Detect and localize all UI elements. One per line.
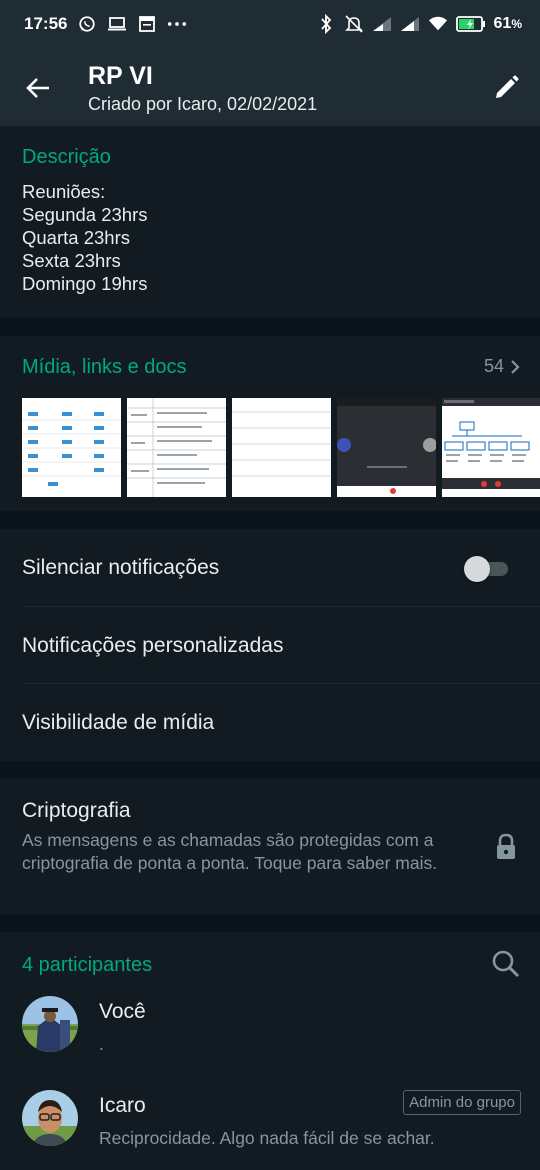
- encryption-title: Criptografia: [22, 799, 131, 822]
- more-icon: [167, 14, 187, 34]
- participant-name: Icaro: [99, 1094, 146, 1117]
- app-header: RP VI Criado por Icaro, 02/02/2021: [0, 48, 540, 126]
- participant-row[interactable]: Icaro Admin do grupo Reciprocidade. Algo…: [0, 1090, 540, 1170]
- whatsapp-icon: [77, 14, 97, 34]
- participant-status: .: [99, 1034, 104, 1054]
- media-section: Mídia, links e docs 54: [0, 336, 540, 511]
- media-visibility-row[interactable]: Visibilidade de mídia: [0, 684, 540, 761]
- chevron-right-icon: [511, 359, 520, 374]
- battery-unit: %: [511, 17, 522, 31]
- arrow-left-icon: [26, 78, 49, 98]
- mute-notifications-row[interactable]: Silenciar notificações: [0, 529, 540, 606]
- edit-button[interactable]: [488, 70, 524, 106]
- status-bar: 17:56 61%: [0, 0, 540, 48]
- description-line: Reuniões:: [22, 181, 106, 202]
- description-line: Domingo 19hrs: [22, 273, 148, 294]
- status-time: 17:56: [24, 14, 68, 33]
- custom-notifications-label: Notificações personalizadas: [22, 633, 284, 657]
- search-participants-button[interactable]: [490, 948, 522, 980]
- participant-name: Você: [99, 1000, 146, 1023]
- wifi-icon: [428, 14, 448, 34]
- description-text: Reuniões: Segunda 23hrs Quarta 23hrs Sex…: [22, 180, 148, 295]
- description-line: Quarta 23hrs: [22, 227, 130, 248]
- mute-notifications-label: Silenciar notificações: [22, 555, 220, 579]
- description-title: Descrição: [22, 146, 111, 168]
- media-title[interactable]: Mídia, links e docs: [22, 356, 187, 379]
- alarm-off-icon: [344, 14, 364, 34]
- media-thumbnails: [22, 398, 540, 497]
- media-thumbnail[interactable]: [22, 398, 121, 497]
- media-thumbnail[interactable]: [232, 398, 331, 497]
- calendar-icon: [137, 14, 157, 34]
- description-section[interactable]: Descrição Reuniões: Segunda 23hrs Quarta…: [0, 126, 540, 318]
- notifications-section: Silenciar notificações Notificações pers…: [0, 529, 540, 761]
- avatar: [22, 1090, 78, 1146]
- avatar: [22, 996, 78, 1052]
- back-button[interactable]: [20, 70, 56, 106]
- group-created-by: Criado por Icaro, 02/02/2021: [88, 94, 318, 114]
- encryption-description: As mensagens e as chamadas são protegida…: [22, 830, 438, 873]
- custom-notifications-row[interactable]: Notificações personalizadas: [0, 607, 540, 684]
- search-icon: [492, 950, 520, 978]
- admin-badge: Admin do grupo: [403, 1090, 521, 1115]
- participants-count: 4 participantes: [22, 954, 153, 976]
- laptop-icon: [107, 14, 127, 34]
- signal-icon: [372, 14, 392, 34]
- media-thumbnail[interactable]: [442, 398, 540, 497]
- battery-icon: [455, 14, 486, 34]
- signal-icon: [400, 14, 420, 34]
- description-line: Sexta 23hrs: [22, 250, 121, 271]
- toggle-knob: [464, 556, 490, 582]
- media-thumbnail[interactable]: [337, 398, 436, 497]
- group-title: RP VI: [88, 62, 153, 90]
- description-line: Segunda 23hrs: [22, 204, 148, 225]
- encryption-section[interactable]: Criptografia As mensagens e as chamadas …: [0, 779, 540, 914]
- bluetooth-icon: [316, 14, 336, 34]
- participant-row[interactable]: Você .: [0, 996, 540, 1086]
- pencil-icon: [496, 75, 519, 98]
- media-thumbnail[interactable]: [127, 398, 226, 497]
- lock-icon: [494, 833, 518, 861]
- media-count-link[interactable]: 54: [484, 356, 520, 377]
- battery-level: 61: [493, 15, 512, 32]
- mute-toggle[interactable]: [464, 555, 508, 582]
- participants-section: 4 participantes Você . Icaro Admin do gr…: [0, 932, 540, 1170]
- media-visibility-label: Visibilidade de mídia: [22, 710, 215, 734]
- participant-status: Reciprocidade. Algo nada fácil de se ach…: [99, 1128, 435, 1148]
- media-count: 54: [483, 356, 504, 376]
